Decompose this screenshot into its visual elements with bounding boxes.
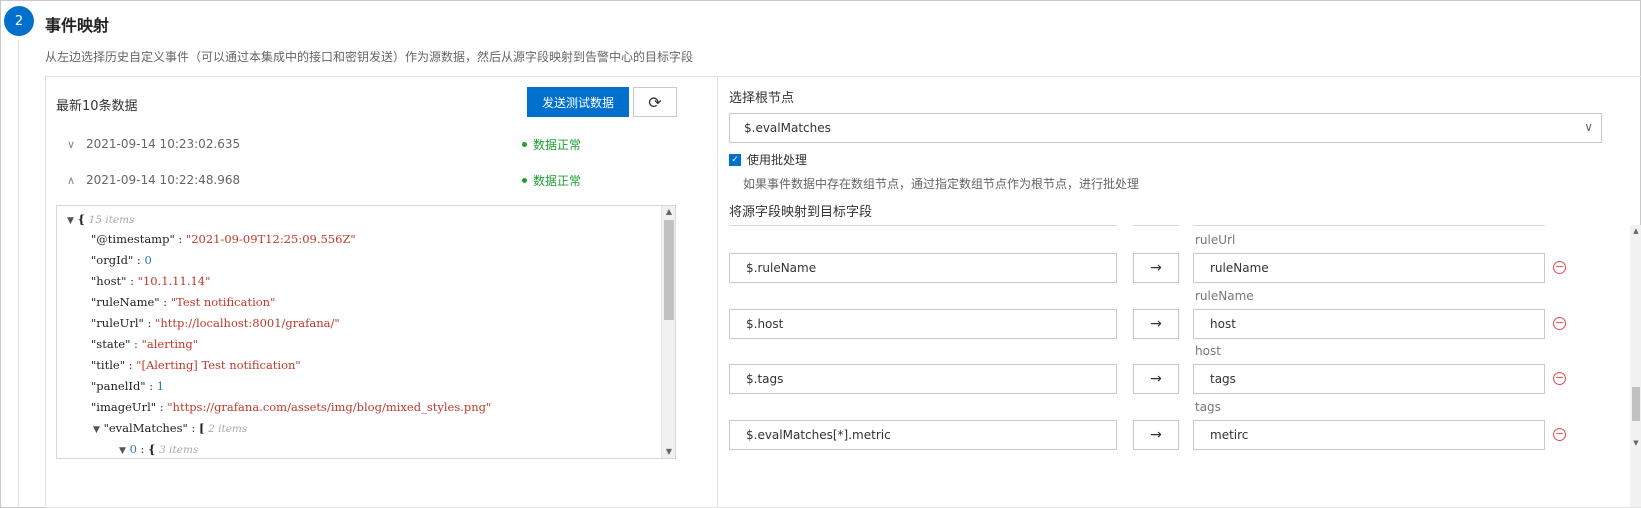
checkbox-checked-icon[interactable]: ✓ (729, 153, 741, 166)
root-node-select[interactable]: $.evalMatches ∨ (729, 113, 1602, 143)
batch-checkbox-row[interactable]: ✓ 使用批处理 (729, 151, 807, 168)
column-divider (1133, 225, 1179, 226)
batch-label: 使用批处理 (747, 153, 808, 167)
column-divider (1193, 225, 1545, 226)
mapping-scrollbar[interactable]: ▲ ▼ (1630, 225, 1641, 507)
section-title: 事件映射 (45, 16, 110, 35)
status-text: 数据正常 (533, 173, 582, 188)
scroll-up-icon[interactable]: ▲ (662, 206, 675, 218)
json-item-count: 2 items (208, 423, 248, 435)
json-scrollbar[interactable]: ▲ ▼ (661, 206, 675, 458)
target-field-label: tags (1195, 400, 1221, 414)
target-field-label: host (1195, 344, 1221, 358)
chevron-down-icon: ∨ (1584, 120, 1593, 134)
json-root-line[interactable]: ▼ { 15 items (67, 212, 134, 226)
field-mapping-panel: 选择根节点 $.evalMatches ∨ ✓ 使用批处理 如果事件数据中存在数… (719, 77, 1641, 507)
arrow-right-icon: → (1150, 427, 1162, 443)
refresh-button[interactable]: ⟳ (633, 87, 677, 117)
batch-description: 如果事件数据中存在数组节点，通过指定数组节点作为根节点，进行批处理 (743, 177, 1140, 191)
root-node-value: $.evalMatches (744, 121, 831, 135)
status-dot-icon (522, 141, 527, 147)
map-arrow-button[interactable]: → (1133, 309, 1179, 339)
source-field-input[interactable]: $.host (729, 309, 1117, 339)
caret-down-icon[interactable]: ▼ (119, 446, 126, 456)
json-field: "panelId" : 1 (91, 379, 165, 393)
arrow-right-icon: → (1150, 316, 1162, 332)
target-field-input[interactable]: ruleName (1193, 253, 1545, 283)
scroll-up-icon[interactable]: ▲ (1630, 225, 1641, 237)
remove-circle-icon[interactable]: − (1553, 428, 1566, 441)
scroll-down-icon[interactable]: ▼ (1630, 437, 1641, 449)
caret-down-icon[interactable]: ▼ (93, 425, 100, 435)
section-description: 从左边选择历史自定义事件（可以通过本集成中的接口和密钥发送）作为源数据，然后从源… (45, 50, 694, 64)
json-field: "orgId" : 0 (91, 253, 152, 267)
json-field: "@timestamp" : "2021-09-09T12:25:09.556Z… (91, 232, 356, 246)
json-object-line[interactable]: ▼ 0 : { 3 items (119, 442, 198, 456)
status-badge: 数据正常 (522, 172, 581, 189)
json-viewer[interactable]: ▼ { 15 items "@timestamp" : "2021-09-09T… (56, 205, 676, 459)
scrollbar-thumb[interactable] (1632, 387, 1640, 421)
mapping-panel: 最新10条数据 发送测试数据 ⟳ ∨ 2021-09-14 10:23:02.6… (45, 76, 1641, 508)
refresh-icon: ⟳ (648, 92, 662, 112)
source-field-input[interactable]: $.evalMatches[*].metric (729, 420, 1117, 450)
json-brace: { (77, 212, 85, 226)
chevron-down-icon[interactable]: ∨ (56, 138, 86, 151)
status-badge: 数据正常 (522, 136, 581, 153)
remove-circle-icon[interactable]: − (1553, 372, 1566, 385)
scroll-down-icon[interactable]: ▼ (662, 446, 675, 458)
caret-down-icon[interactable]: ▼ (67, 216, 74, 226)
json-field: "title" : "[Alerting] Test notification" (91, 358, 301, 372)
json-item-count: 3 items (159, 444, 199, 456)
json-field: "host" : "10.1.11.14" (91, 274, 211, 288)
root-node-title: 选择根节点 (729, 91, 795, 106)
json-field: "state" : "alerting" (91, 337, 199, 351)
sample-data-title: 最新10条数据 (56, 99, 138, 114)
json-field: "ruleUrl" : "http://localhost:8001/grafa… (91, 316, 340, 330)
remove-circle-icon[interactable]: − (1553, 261, 1566, 274)
mapping-list: ruleUrl $.ruleName → ruleName − ruleName… (729, 225, 1629, 507)
target-field-input[interactable]: host (1193, 309, 1545, 339)
map-arrow-button[interactable]: → (1133, 420, 1179, 450)
source-field-input[interactable]: $.tags (729, 364, 1117, 394)
target-field-input[interactable]: tags (1193, 364, 1545, 394)
send-test-data-button[interactable]: 发送测试数据 (527, 87, 629, 117)
sample-data-panel: 最新10条数据 发送测试数据 ⟳ ∨ 2021-09-14 10:23:02.6… (46, 77, 718, 507)
record-row[interactable]: ∨ 2021-09-14 10:23:02.635 数据正常 (56, 129, 676, 159)
source-field-input[interactable]: $.ruleName (729, 253, 1117, 283)
column-divider (729, 225, 1117, 226)
mapping-title: 将源字段映射到目标字段 (729, 205, 873, 220)
remove-circle-icon[interactable]: − (1553, 317, 1566, 330)
json-field: "ruleName" : "Test notification" (91, 295, 276, 309)
json-field: "imageUrl" : "https://grafana.com/assets… (91, 400, 492, 414)
record-timestamp: 2021-09-14 10:23:02.635 (86, 137, 241, 151)
chevron-up-icon[interactable]: ∧ (56, 174, 86, 187)
map-arrow-button[interactable]: → (1133, 253, 1179, 283)
json-array-line[interactable]: ▼ "evalMatches" : [ 2 items (93, 421, 247, 435)
target-field-input[interactable]: metirc (1193, 420, 1545, 450)
arrow-right-icon: → (1150, 371, 1162, 387)
record-timestamp: 2021-09-14 10:22:48.968 (86, 173, 241, 187)
target-field-label: ruleName (1195, 289, 1254, 303)
status-dot-icon (522, 177, 527, 183)
step-number-badge: 2 (4, 6, 34, 36)
json-item-count: 15 items (88, 214, 135, 226)
target-field-label: ruleUrl (1195, 233, 1236, 247)
map-arrow-button[interactable]: → (1133, 364, 1179, 394)
arrow-right-icon: → (1150, 260, 1162, 276)
scrollbar-thumb[interactable] (664, 220, 674, 320)
record-row[interactable]: ∧ 2021-09-14 10:22:48.968 数据正常 (56, 165, 676, 195)
step-connector-line (18, 40, 19, 508)
status-text: 数据正常 (533, 137, 582, 152)
